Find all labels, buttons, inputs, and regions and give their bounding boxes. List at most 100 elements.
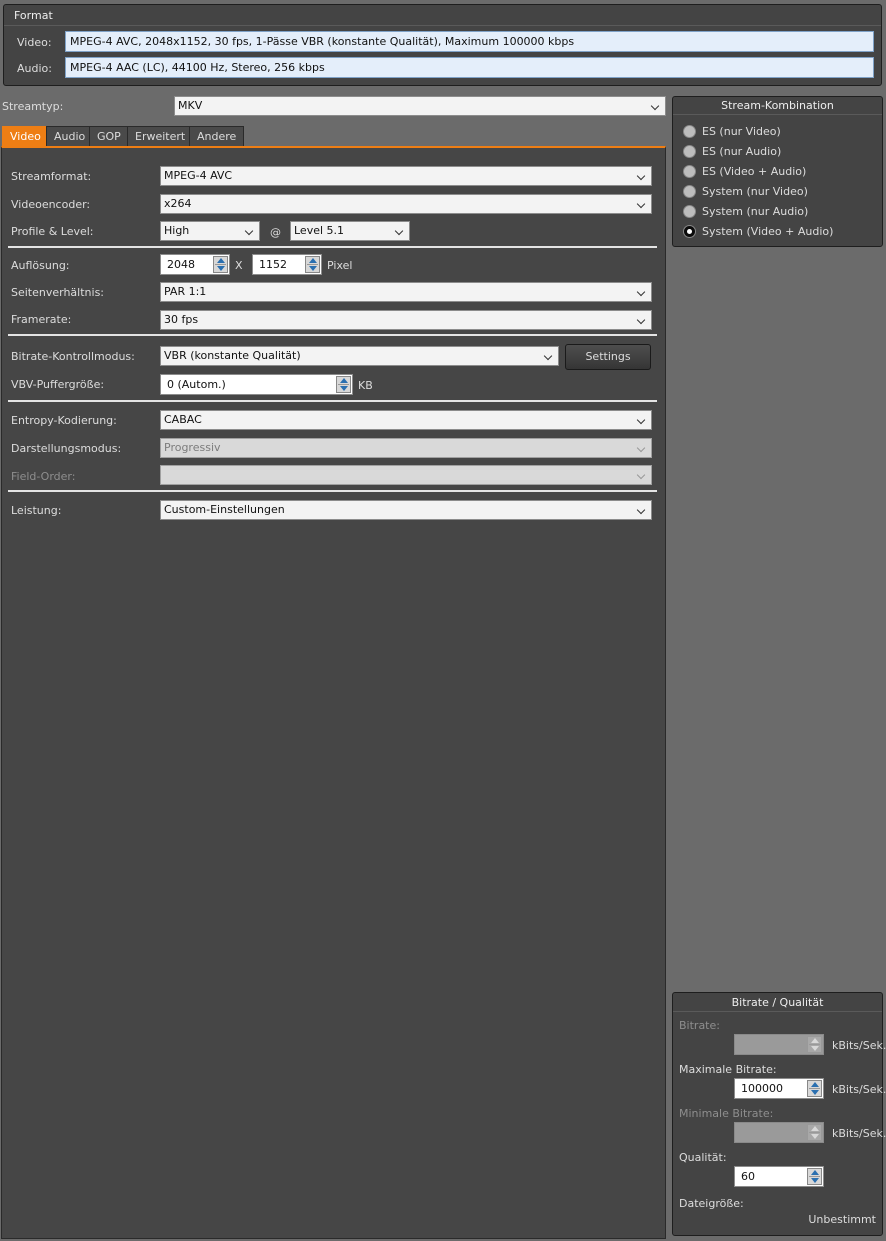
spin-arrows-icon[interactable] [807,1036,822,1053]
entropy-value: CABAC [164,413,202,426]
leistung-select[interactable]: Custom-Einstellungen [160,500,652,520]
tab-video[interactable]: Video [2,126,49,146]
bitrate-mode-label: Bitrate-Kontrollmodus: [11,350,135,363]
width-spinner[interactable]: 2048 [160,254,230,275]
qualitaet-spinner[interactable]: 60 [734,1166,824,1187]
qualitaet-label: Qualität: [679,1151,727,1164]
streamtyp-value: MKV [178,99,203,112]
height-spinner[interactable]: 1152 [252,254,322,275]
vbv-label: VBV-Puffergröße: [11,378,105,391]
spin-arrows-icon[interactable] [807,1168,822,1185]
format-video-field[interactable]: MPEG-4 AVC, 2048x1152, 30 fps, 1-Pässe V… [65,31,874,52]
chevron-down-icon [636,195,648,213]
chevron-down-icon [244,222,256,240]
streamformat-value: MPEG-4 AVC [164,169,233,182]
radio-label: ES (nur Audio) [702,145,782,158]
width-value: 2048 [167,258,195,271]
stream-kombination-title: Stream-Kombination [673,97,882,115]
bitrate-spinner[interactable] [734,1034,824,1055]
section-divider [8,334,657,336]
spin-arrows-icon[interactable] [807,1080,822,1097]
format-audio-label: Audio: [17,62,52,75]
profile-at-sign: @ [270,226,281,239]
dateigroesse-label: Dateigröße: [679,1197,744,1210]
level-value: Level 5.1 [294,224,345,237]
min-bitrate-label: Minimale Bitrate: [679,1107,774,1120]
chevron-down-icon [636,439,648,457]
radio-label: ES (nur Video) [702,125,781,138]
radio-icon [683,125,696,138]
profile-label: Profile & Level: [11,225,94,238]
max-bitrate-spinner[interactable]: 100000 [734,1078,824,1099]
chevron-down-icon [543,347,555,365]
format-title: Format [14,9,53,22]
min-bitrate-spinner[interactable] [734,1122,824,1143]
leistung-label: Leistung: [11,504,62,517]
darstellung-select[interactable]: Progressiv [160,438,652,458]
format-title-divider [4,25,881,26]
bitrate-mode-value: VBR (konstante Qualität) [164,349,301,362]
tab-audio[interactable]: Audio [46,126,94,146]
chevron-down-icon [394,222,406,240]
chevron-down-icon [636,466,648,484]
tab-andere[interactable]: Andere [189,126,245,146]
videoencoder-value: x264 [164,197,192,210]
profile-value: High [164,224,190,237]
seitenverhaeltnis-select[interactable]: PAR 1:1 [160,282,652,302]
qualitaet-value: 60 [741,1170,755,1183]
bitrate-label: Bitrate: [679,1019,720,1032]
bitrate-qualitaet-group: Bitrate / Qualität Bitrate: kBits/Sek. M… [672,992,886,1236]
radio-icon [683,165,696,178]
bitrate-unit: kBits/Sek. [832,1039,886,1052]
spin-arrows-icon[interactable] [336,376,351,393]
profile-select[interactable]: High [160,221,260,241]
radio-label: System (nur Video) [702,185,808,198]
framerate-select[interactable]: 30 fps [160,310,652,330]
bitrate-qualitaet-title: Bitrate / Qualität [673,994,882,1012]
bitrate-mode-select[interactable]: VBR (konstante Qualität) [160,346,559,366]
darstellung-value: Progressiv [164,441,221,454]
chevron-down-icon [650,97,662,115]
streamtyp-select[interactable]: MKV [174,96,666,116]
radio-label: System (nur Audio) [702,205,809,218]
radio-label: System (Video + Audio) [702,225,834,238]
spin-arrows-icon[interactable] [807,1124,822,1141]
entropy-label: Entropy-Kodierung: [11,414,117,427]
field-order-select[interactable] [160,465,652,485]
framerate-value: 30 fps [164,313,199,326]
format-video-label: Video: [17,36,52,49]
section-divider [8,246,657,248]
stream-kombination-group: Stream-Kombination ES (nur Video) ES (nu… [672,96,883,247]
videoencoder-select[interactable]: x264 [160,194,652,214]
radio-icon [683,145,696,158]
radio-label: ES (Video + Audio) [702,165,807,178]
section-divider [8,490,657,492]
level-select[interactable]: Level 5.1 [290,221,410,241]
streamformat-select[interactable]: MPEG-4 AVC [160,166,652,186]
resolution-x-label: X [235,259,243,272]
streamformat-label: Streamformat: [11,170,92,183]
vbv-spinner[interactable]: 0 (Autom.) [160,374,353,395]
tab-erweitert[interactable]: Erweitert [127,126,194,146]
spin-arrows-icon[interactable] [305,256,320,273]
leistung-value: Custom-Einstellungen [164,503,285,516]
radio-icon [683,205,696,218]
format-audio-field[interactable]: MPEG-4 AAC (LC), 44100 Hz, Stereo, 256 k… [65,57,874,78]
spin-arrows-icon[interactable] [213,256,228,273]
chevron-down-icon [636,501,648,519]
section-divider [8,400,657,402]
tab-gop[interactable]: GOP [89,126,129,146]
darstellung-label: Darstellungsmodus: [11,442,122,455]
radio-selected-icon [683,225,696,238]
dateigroesse-value: Unbestimmt [808,1213,876,1226]
vbv-unit-label: KB [358,379,373,392]
format-group: Format Video: MPEG-4 AVC, 2048x1152, 30 … [3,4,882,86]
field-order-label: Field-Order: [11,470,76,483]
radio-icon [683,185,696,198]
entropy-select[interactable]: CABAC [160,410,652,430]
seitenverhaeltnis-label: Seitenverhältnis: [11,286,105,299]
settings-button[interactable]: Settings [565,344,651,370]
chevron-down-icon [636,283,648,301]
height-value: 1152 [259,258,287,271]
chevron-down-icon [636,311,648,329]
